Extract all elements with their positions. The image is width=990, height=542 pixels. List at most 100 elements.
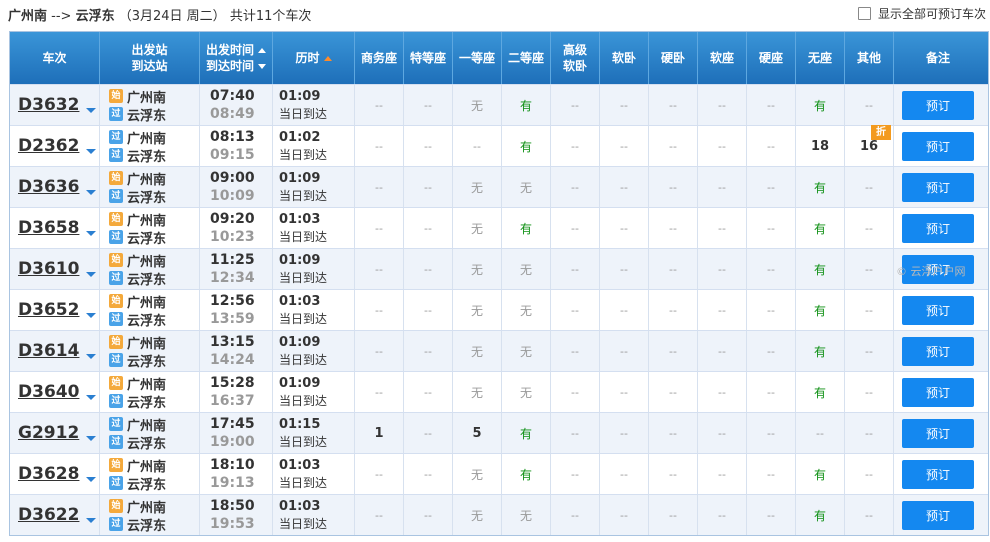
seat-cell-second: 无 xyxy=(502,372,551,412)
chevron-down-icon[interactable] xyxy=(86,271,97,277)
arrival-day: 当日到达 xyxy=(279,434,328,449)
train-number-link[interactable]: D3652 xyxy=(18,300,79,320)
table-row: D3658 始广州南 过云浮东 09:20 10:23 01:03 当日到达 -… xyxy=(10,207,988,248)
seat-cell-soft-seat: -- xyxy=(698,126,747,166)
train-number-link[interactable]: D3610 xyxy=(18,259,79,279)
header-train[interactable]: 车次 xyxy=(10,32,100,84)
header-dep-time[interactable]: 出发时间 xyxy=(206,42,266,58)
departure-time: 15:28 xyxy=(210,374,255,391)
train-number-link[interactable]: D3614 xyxy=(18,341,79,361)
train-number-link[interactable]: D3632 xyxy=(18,95,79,115)
train-cell[interactable]: D3658 xyxy=(10,208,100,248)
seat-cell-first: 无 xyxy=(453,249,502,289)
seat-availability: -- xyxy=(571,221,579,235)
book-button[interactable]: 预订 xyxy=(902,459,974,489)
header-note: 备注 xyxy=(925,51,950,65)
chevron-down-icon[interactable] xyxy=(86,353,97,359)
chevron-down-icon[interactable] xyxy=(86,517,97,523)
seat-cell-other: 折 16 xyxy=(845,125,894,166)
table-row: D2362 过广州南 过云浮东 08:13 09:15 01:02 当日到达 -… xyxy=(10,125,988,166)
train-cell[interactable]: D3652 xyxy=(10,290,100,330)
watermark: © 云浮户户网 xyxy=(896,265,966,278)
seat-availability: 无 xyxy=(519,385,532,400)
train-number-link[interactable]: D2362 xyxy=(18,136,79,156)
train-number-link[interactable]: D3640 xyxy=(18,382,79,402)
arrival-day: 当日到达 xyxy=(279,393,328,408)
train-cell[interactable]: G2912 xyxy=(10,413,100,453)
seat-availability: -- xyxy=(424,508,432,522)
route-summary: 广州南 --> 云浮东 （3月24日 周二） 共计11个车次 xyxy=(8,5,311,24)
seat-cell-other: -- xyxy=(845,454,894,494)
header-seat-second: 二等座 xyxy=(502,32,551,84)
train-number-link[interactable]: D3622 xyxy=(18,505,79,525)
departure-time: 09:00 xyxy=(210,169,255,186)
seat-availability: -- xyxy=(669,467,677,481)
book-button[interactable]: 预订 xyxy=(902,131,974,161)
duration: 01:03 xyxy=(279,211,321,227)
train-number-link[interactable]: D3658 xyxy=(18,218,79,238)
seat-cell-hard-seat: -- xyxy=(747,85,796,125)
seat-cell-second: 有 xyxy=(502,413,551,453)
show-all-checkbox[interactable] xyxy=(857,7,871,20)
chevron-down-icon[interactable] xyxy=(86,189,97,195)
seat-availability: -- xyxy=(375,180,383,194)
seat-availability: 有 xyxy=(813,385,826,400)
book-button[interactable]: 预订 xyxy=(902,295,974,325)
pass-badge-icon: 过 xyxy=(109,476,123,490)
book-button[interactable]: 预订 xyxy=(902,418,974,448)
train-cell[interactable]: D3640 xyxy=(10,372,100,412)
seat-cell-standing: 18 xyxy=(796,126,845,166)
seat-availability: -- xyxy=(718,426,726,440)
book-button[interactable]: 预订 xyxy=(902,377,974,407)
train-number-link[interactable]: G2912 xyxy=(18,423,79,443)
train-cell[interactable]: D3614 xyxy=(10,331,100,371)
chevron-down-icon[interactable] xyxy=(86,148,97,154)
book-button[interactable]: 预订 xyxy=(902,172,974,202)
seat-availability: -- xyxy=(767,303,775,317)
book-button[interactable]: 预订 xyxy=(902,336,974,366)
header-duration[interactable]: 历时 xyxy=(273,32,355,84)
chevron-down-icon[interactable] xyxy=(86,394,97,400)
show-all-toggle[interactable]: 显示全部可预订车次 xyxy=(857,5,986,22)
sort-active-icon[interactable] xyxy=(323,55,332,61)
chevron-down-icon[interactable] xyxy=(86,107,97,113)
header-times[interactable]: 出发时间 到达时间 xyxy=(200,32,273,84)
seat-availability: 无 xyxy=(519,303,532,318)
to-station: 云浮东 xyxy=(127,395,167,411)
train-cell[interactable]: D3610 xyxy=(10,249,100,289)
seat-availability: -- xyxy=(669,385,677,399)
from-station: 广州南 xyxy=(127,336,167,352)
seat-availability: 1 xyxy=(374,425,384,441)
seat-cell-first: 5 xyxy=(453,413,502,453)
train-cell[interactable]: D3628 xyxy=(10,454,100,494)
table-row: D3610 始广州南 过云浮东 11:25 12:34 01:09 当日到达 -… xyxy=(10,248,988,289)
origin-badge-icon: 过 xyxy=(109,130,123,144)
train-cell[interactable]: D3632 xyxy=(10,85,100,125)
book-button[interactable]: 预订 xyxy=(902,500,974,530)
seat-cell-hard-seat: -- xyxy=(747,167,796,207)
seat-availability: -- xyxy=(865,344,873,358)
book-button[interactable]: 预订 xyxy=(902,213,974,243)
header-arr-time[interactable]: 到达时间 xyxy=(206,58,266,74)
seat-availability: -- xyxy=(375,303,383,317)
chevron-down-icon[interactable] xyxy=(86,476,97,482)
seat-availability: 无 xyxy=(470,303,483,318)
book-button[interactable]: 预订 xyxy=(902,90,974,120)
seat-cell-hard-seat: -- xyxy=(747,331,796,371)
chevron-down-icon[interactable] xyxy=(86,312,97,318)
train-cell[interactable]: D3636 xyxy=(10,167,100,207)
sort-desc-icon[interactable] xyxy=(258,64,266,69)
chevron-down-icon[interactable] xyxy=(86,230,97,236)
train-number-link[interactable]: D3628 xyxy=(18,464,79,484)
to-station: 云浮东 xyxy=(127,313,167,329)
seat-cell-business: -- xyxy=(355,290,404,330)
chevron-down-icon[interactable] xyxy=(86,435,97,441)
train-number-link[interactable]: D3636 xyxy=(18,177,79,197)
station-cell: 过广州南 过云浮东 xyxy=(100,413,200,453)
seat-availability: -- xyxy=(669,221,677,235)
sort-asc-icon[interactable] xyxy=(258,48,266,53)
seat-cell-hard-sleeper: -- xyxy=(649,372,698,412)
train-cell[interactable]: D2362 xyxy=(10,126,100,166)
duration-cell: 01:09 当日到达 xyxy=(273,167,355,207)
train-cell[interactable]: D3622 xyxy=(10,495,100,535)
